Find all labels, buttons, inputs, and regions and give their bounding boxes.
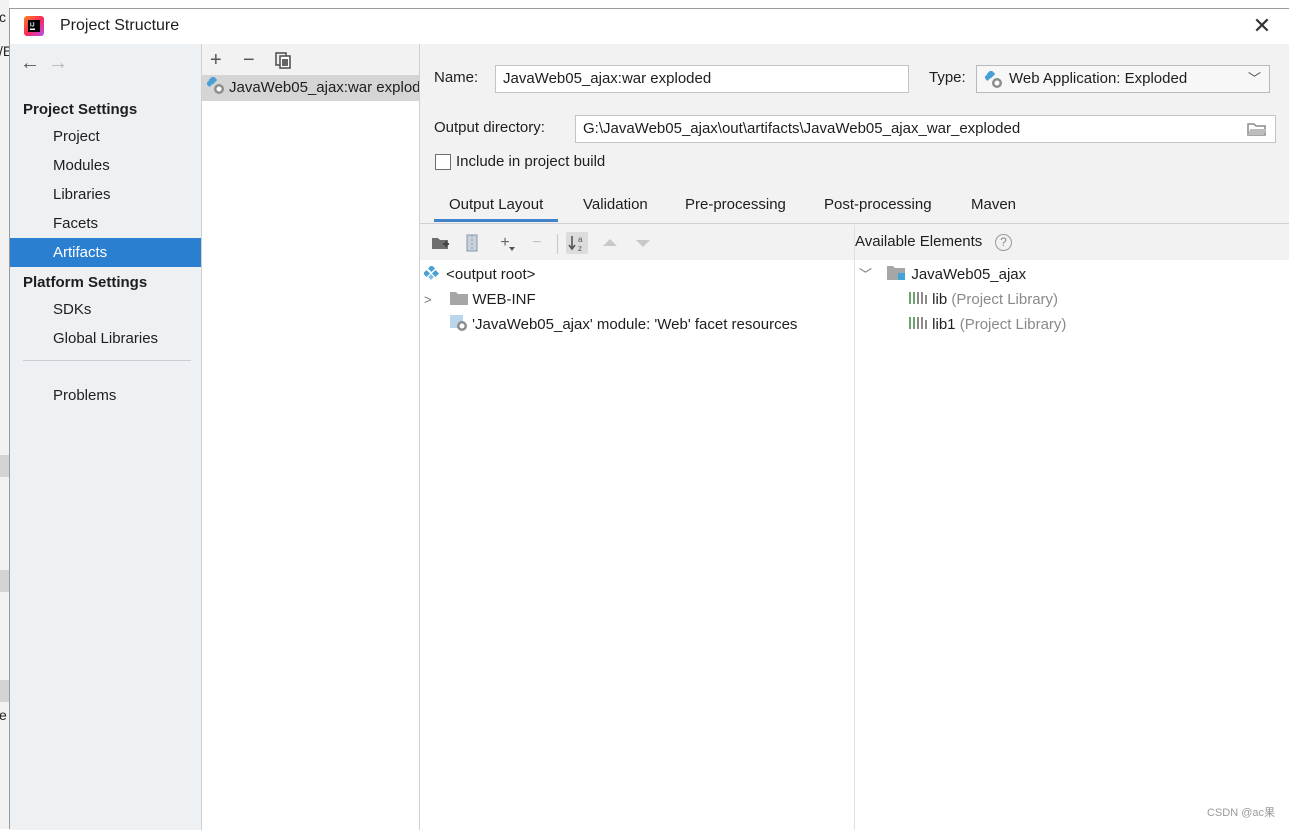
forward-arrow-icon[interactable]: → <box>48 52 76 75</box>
library-icon <box>909 317 927 329</box>
project-structure-dialog: IJ Project Structure ✕ ← → Project Settin… <box>9 8 1289 830</box>
artifact-editor: Name: JavaWeb05_ajax:war exploded Type: … <box>420 44 1289 830</box>
add-icon[interactable]: + <box>210 49 222 72</box>
web-artifact-icon <box>205 75 224 94</box>
include-in-build-label: Include in project build <box>456 153 606 170</box>
available-elements-pane: Available Elements ? ﹀ JavaWeb05_ajax li… <box>855 225 1289 830</box>
output-layout-pane: + − a z <output root> > WEB-INF 'JavaWeb… <box>420 225 855 830</box>
toolbar-separator <box>557 234 558 254</box>
artifact-list-pane: + − JavaWeb05_ajax:war exploded <box>201 44 420 830</box>
tree-item-library[interactable]: lib1 (Project Library) <box>908 312 1066 337</box>
remove-icon[interactable]: − <box>243 49 255 72</box>
sidebar-item-artifacts[interactable]: Artifacts <box>10 238 201 267</box>
svg-text:a: a <box>578 235 583 244</box>
create-archive-icon[interactable] <box>461 232 483 254</box>
tab-validation[interactable]: Validation <box>583 196 648 213</box>
move-up-icon[interactable] <box>599 232 621 254</box>
library-kind: (Project Library) <box>951 291 1059 308</box>
tab-post-processing[interactable]: Post-processing <box>824 196 932 213</box>
remove-element-icon[interactable]: − <box>526 232 548 254</box>
available-elements-title: Available Elements <box>855 233 983 250</box>
tree-item-facet-resources[interactable]: 'JavaWeb05_ajax' module: 'Web' facet res… <box>450 312 797 337</box>
library-icon <box>909 292 927 304</box>
background-letter: c <box>0 9 6 25</box>
watermark: CSDN @ac果 <box>1206 807 1275 819</box>
sidebar-item-facets[interactable]: Facets <box>10 209 201 238</box>
web-facet-icon <box>450 315 467 331</box>
output-directory-label: Output directory: <box>434 119 545 136</box>
module-folder-icon <box>887 266 906 280</box>
tree-item-library[interactable]: lib (Project Library) <box>908 287 1058 312</box>
sidebar-divider <box>23 360 191 361</box>
type-select[interactable]: Web Application: Exploded ﹀ <box>976 65 1270 93</box>
name-label: Name: <box>434 69 479 86</box>
type-value: Web Application: Exploded <box>1009 70 1188 87</box>
svg-text:IJ: IJ <box>30 23 35 29</box>
sort-alphabetically-icon[interactable]: a z <box>566 232 588 254</box>
browse-folder-icon[interactable] <box>1247 121 1267 137</box>
sidebar-item-libraries[interactable]: Libraries <box>10 180 201 209</box>
tree-item-web-inf[interactable]: > WEB-INF <box>424 287 536 312</box>
artifact-list-item[interactable]: JavaWeb05_ajax:war exploded <box>202 75 419 101</box>
output-layout-toolbar: + − a z <box>420 225 854 260</box>
tab-pre-processing[interactable]: Pre-processing <box>685 196 786 213</box>
sidebar-item-global-libraries[interactable]: Global Libraries <box>10 324 201 353</box>
background-letter: /E <box>0 43 9 59</box>
move-down-icon[interactable] <box>632 232 654 254</box>
artifact-list-toolbar: + − <box>202 44 419 75</box>
background-letter: e <box>0 707 7 723</box>
chevron-down-icon: ﹀ <box>1247 71 1261 86</box>
window-title: Project Structure <box>60 17 180 34</box>
tab-maven[interactable]: Maven <box>971 196 1016 213</box>
title-bar: IJ Project Structure ✕ <box>10 9 1289 44</box>
help-icon[interactable]: ? <box>995 234 1012 251</box>
back-arrow-icon[interactable]: ← <box>20 52 48 75</box>
web-inf-label: WEB-INF <box>472 291 536 308</box>
settings-sidebar: ← → Project Settings Project Modules Libr… <box>10 44 201 830</box>
artifact-name: JavaWeb05_ajax:war exploded <box>229 79 419 96</box>
tree-item-output-root[interactable]: <output root> <box>422 262 536 287</box>
module-label: JavaWeb05_ajax <box>911 266 1027 283</box>
close-icon[interactable]: ✕ <box>1249 13 1275 39</box>
history-navigation: ← → <box>20 52 76 75</box>
sidebar-item-sdks[interactable]: SDKs <box>10 295 201 324</box>
output-directory-value: G:\JavaWeb05_ajax\out\artifacts\JavaWeb0… <box>583 120 1021 137</box>
facet-resources-label: 'JavaWeb05_ajax' module: 'Web' facet res… <box>472 316 798 333</box>
available-elements-header: Available Elements ? <box>855 225 1289 260</box>
dropdown-arrow-icon <box>509 247 515 251</box>
include-in-build-checkbox[interactable] <box>435 154 451 170</box>
sidebar-item-problems[interactable]: Problems <box>10 381 201 410</box>
intellij-logo-icon: IJ <box>24 16 44 36</box>
section-platform-settings: Platform Settings <box>23 274 148 291</box>
artifact-tabs: Output Layout Validation Pre-processing … <box>420 190 1289 224</box>
svg-text:z: z <box>578 244 582 253</box>
library-kind: (Project Library) <box>959 316 1067 333</box>
output-directory-field[interactable]: G:\JavaWeb05_ajax\out\artifacts\JavaWeb0… <box>575 115 1276 143</box>
sidebar-item-project[interactable]: Project <box>10 122 201 151</box>
sidebar-item-modules[interactable]: Modules <box>10 151 201 180</box>
create-directory-icon[interactable] <box>429 232 451 254</box>
web-artifact-icon <box>985 71 1002 88</box>
chevron-down-icon: ﹀ <box>859 267 873 282</box>
background-bar <box>0 455 9 477</box>
output-root-label: <output root> <box>446 266 536 283</box>
type-label: Type: <box>929 69 966 86</box>
background-bar <box>0 570 9 592</box>
name-field[interactable]: JavaWeb05_ajax:war exploded <box>495 65 909 93</box>
chevron-right-icon: > <box>424 292 432 307</box>
tab-output-layout[interactable]: Output Layout <box>433 196 559 222</box>
background-window-strip: c /E e <box>0 0 9 829</box>
section-project-settings: Project Settings <box>23 101 138 118</box>
copy-icon[interactable] <box>275 52 291 69</box>
background-bar <box>0 680 9 702</box>
output-root-icon <box>422 264 440 280</box>
tree-item-module[interactable]: ﹀ JavaWeb05_ajax <box>859 262 1026 287</box>
library-name: lib <box>932 291 948 308</box>
folder-icon <box>450 292 469 305</box>
library-name: lib1 <box>932 316 956 333</box>
